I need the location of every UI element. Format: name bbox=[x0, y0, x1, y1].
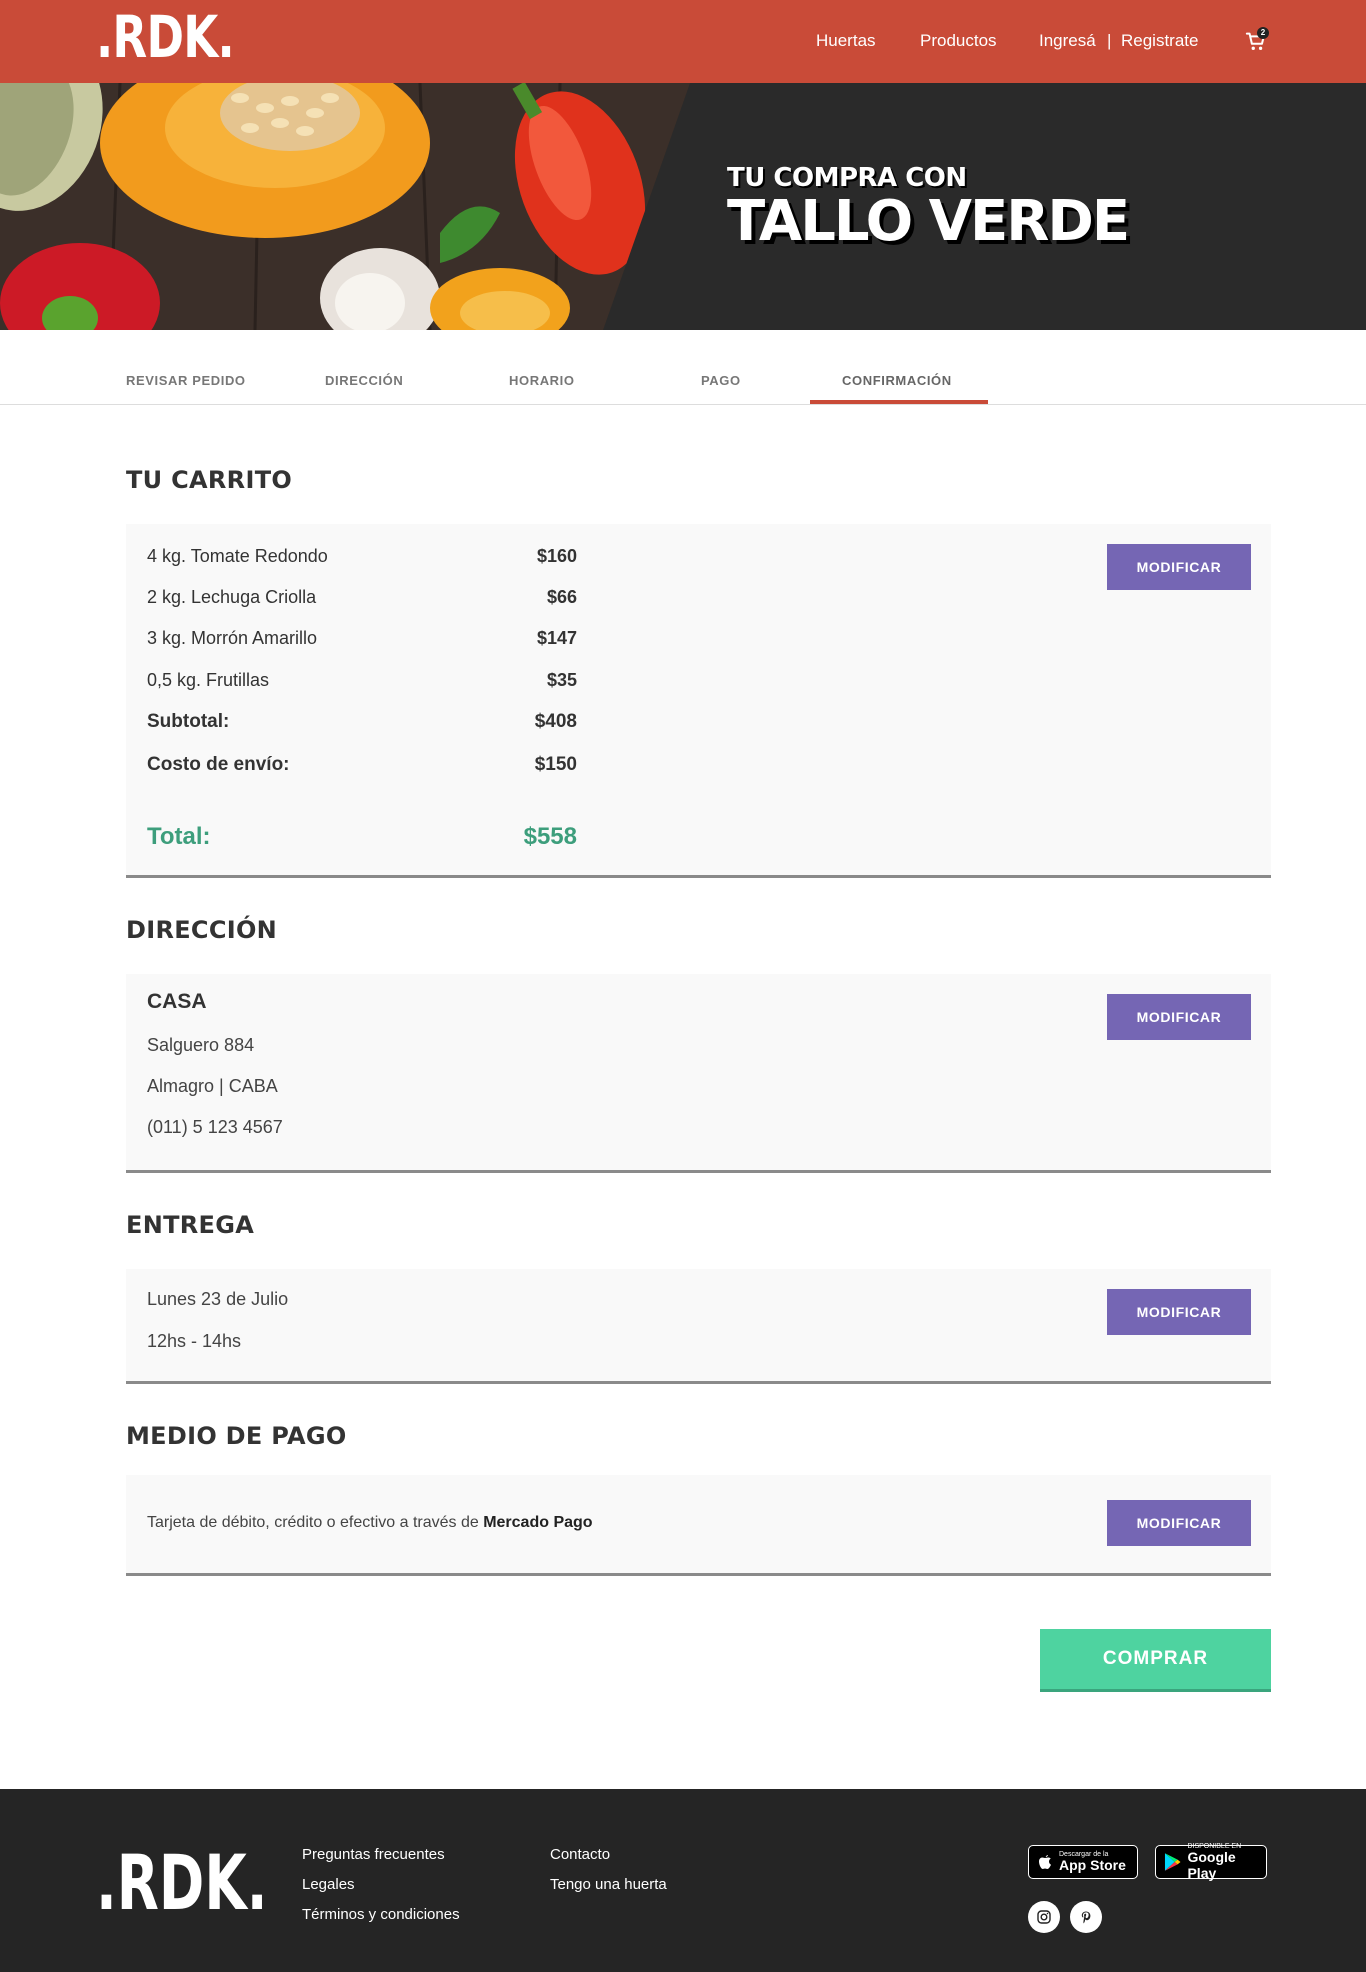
nav-separator: | bbox=[1107, 31, 1112, 50]
cart-item: 0,5 kg. Frutillas $35 bbox=[147, 670, 577, 691]
payment-text: Tarjeta de débito, crédito o efectivo a … bbox=[147, 1514, 484, 1531]
cart-item-price: $66 bbox=[546, 587, 577, 607]
footer: .RDK. Preguntas frecuentes Legales Térmi… bbox=[0, 1789, 1366, 1972]
cart-item-label: 4 kg. Tomate Redondo bbox=[147, 546, 328, 566]
address-area: Almagro | CABA bbox=[147, 1076, 278, 1096]
cart-count-badge: 2 bbox=[1257, 27, 1269, 39]
address-section-title: DIRECCIÓN bbox=[126, 916, 278, 944]
delivery-date: Lunes 23 de Julio bbox=[147, 1289, 289, 1309]
shipping-label: Costo de envío: bbox=[147, 754, 290, 775]
subtotal-label: Subtotal: bbox=[147, 711, 230, 732]
app-store-text: App Store bbox=[1059, 1856, 1126, 1873]
apple-icon bbox=[1039, 1855, 1051, 1869]
cart-card: 4 kg. Tomate Redondo $160 2 kg. Lechuga … bbox=[126, 524, 1271, 878]
payment-card: Tarjeta de débito, crédito o efectivo a … bbox=[126, 1475, 1271, 1576]
step-horario[interactable]: HORARIO bbox=[509, 373, 575, 388]
google-play-badge[interactable]: DISPONIBLE EN Google Play bbox=[1155, 1843, 1267, 1881]
total-label: Total: bbox=[147, 823, 211, 850]
google-play-icon bbox=[1164, 1853, 1181, 1871]
cart-item-price: $160 bbox=[536, 546, 577, 566]
nav-huertas[interactable]: Huertas bbox=[816, 31, 876, 51]
cart-section-title: TU CARRITO bbox=[126, 466, 293, 494]
address-street: Salguero 884 bbox=[147, 1035, 255, 1055]
top-header: .RDK. Huertas Productos Ingresá | Regist… bbox=[0, 0, 1366, 83]
hero-banner: TU COMPRA CON TALLO VERDE bbox=[0, 83, 1366, 330]
step-pago[interactable]: PAGO bbox=[701, 373, 741, 388]
subtotal-row: Subtotal: $408 bbox=[147, 711, 577, 733]
modify-delivery-button[interactable]: MODIFICAR bbox=[1107, 1289, 1251, 1335]
nav-ingresa[interactable]: Ingresá bbox=[1039, 31, 1096, 51]
step-confirmacion[interactable]: CONFIRMACIÓN bbox=[842, 373, 952, 388]
subtotal-value: $408 bbox=[534, 711, 577, 732]
cart-item-label: 0,5 kg. Frutillas bbox=[147, 670, 270, 690]
shipping-row: Costo de envío: $150 bbox=[147, 754, 577, 776]
app-store-badge[interactable]: Descargar de la App Store bbox=[1028, 1845, 1138, 1879]
modify-payment-button[interactable]: MODIFICAR bbox=[1107, 1500, 1251, 1546]
buy-button[interactable]: COMPRAR bbox=[1040, 1629, 1271, 1692]
total-row: Total: $558 bbox=[147, 823, 577, 851]
delivery-time: 12hs - 14hs bbox=[147, 1331, 242, 1351]
cart-item-label: 2 kg. Lechuga Criolla bbox=[147, 587, 317, 607]
checkout-steps: REVISAR PEDIDO DIRECCIÓN HORARIO PAGO CO… bbox=[0, 330, 1366, 405]
active-step-indicator bbox=[810, 400, 988, 404]
modify-address-button[interactable]: MODIFICAR bbox=[1107, 994, 1251, 1040]
cart-item-label: 3 kg. Morrón Amarillo bbox=[147, 628, 318, 648]
address-card: CASA Salguero 884 Almagro | CABA (011) 5… bbox=[126, 974, 1271, 1173]
payment-provider: Mercado Pago bbox=[483, 1514, 593, 1531]
google-play-text: Google Play bbox=[1187, 1849, 1236, 1881]
delivery-card: Lunes 23 de Julio 12hs - 14hs MODIFICAR bbox=[126, 1269, 1271, 1384]
cart-item-price: $35 bbox=[546, 670, 577, 690]
footer-link-terminos[interactable]: Términos y condiciones bbox=[302, 1906, 460, 1923]
nav-productos[interactable]: Productos bbox=[920, 31, 997, 51]
modify-cart-button[interactable]: MODIFICAR bbox=[1107, 544, 1251, 590]
footer-logo[interactable]: .RDK. bbox=[96, 1845, 268, 1921]
address-name: CASA bbox=[147, 990, 207, 1013]
total-value: $558 bbox=[523, 823, 577, 850]
payment-section-title: MEDIO DE PAGO bbox=[126, 1422, 347, 1450]
hero-title: TALLO VERDE bbox=[727, 189, 1130, 254]
footer-link-contacto[interactable]: Contacto bbox=[550, 1846, 610, 1863]
cart-item: 2 kg. Lechuga Criolla $66 bbox=[147, 587, 577, 608]
cart-item: 3 kg. Morrón Amarillo $147 bbox=[147, 628, 577, 649]
cart-item-price: $147 bbox=[536, 628, 577, 648]
step-revisar-pedido[interactable]: REVISAR PEDIDO bbox=[126, 373, 246, 388]
pinterest-icon[interactable] bbox=[1070, 1901, 1102, 1933]
nav-registrate[interactable]: Registrate bbox=[1121, 31, 1198, 51]
footer-link-faq[interactable]: Preguntas frecuentes bbox=[302, 1846, 445, 1863]
shipping-value: $150 bbox=[534, 754, 577, 775]
footer-link-legales[interactable]: Legales bbox=[302, 1876, 355, 1893]
footer-link-tengo-huerta[interactable]: Tengo una huerta bbox=[550, 1876, 667, 1893]
step-direccion[interactable]: DIRECCIÓN bbox=[325, 373, 403, 388]
instagram-icon[interactable] bbox=[1028, 1901, 1060, 1933]
payment-description: Tarjeta de débito, crédito o efectivo a … bbox=[147, 1514, 593, 1532]
hero-vegetables-image bbox=[0, 83, 690, 330]
delivery-section-title: ENTREGA bbox=[126, 1211, 255, 1239]
address-phone: (011) 5 123 4567 bbox=[147, 1117, 283, 1137]
cart-item: 4 kg. Tomate Redondo $160 bbox=[147, 546, 577, 567]
logo[interactable]: .RDK. bbox=[96, 8, 235, 66]
